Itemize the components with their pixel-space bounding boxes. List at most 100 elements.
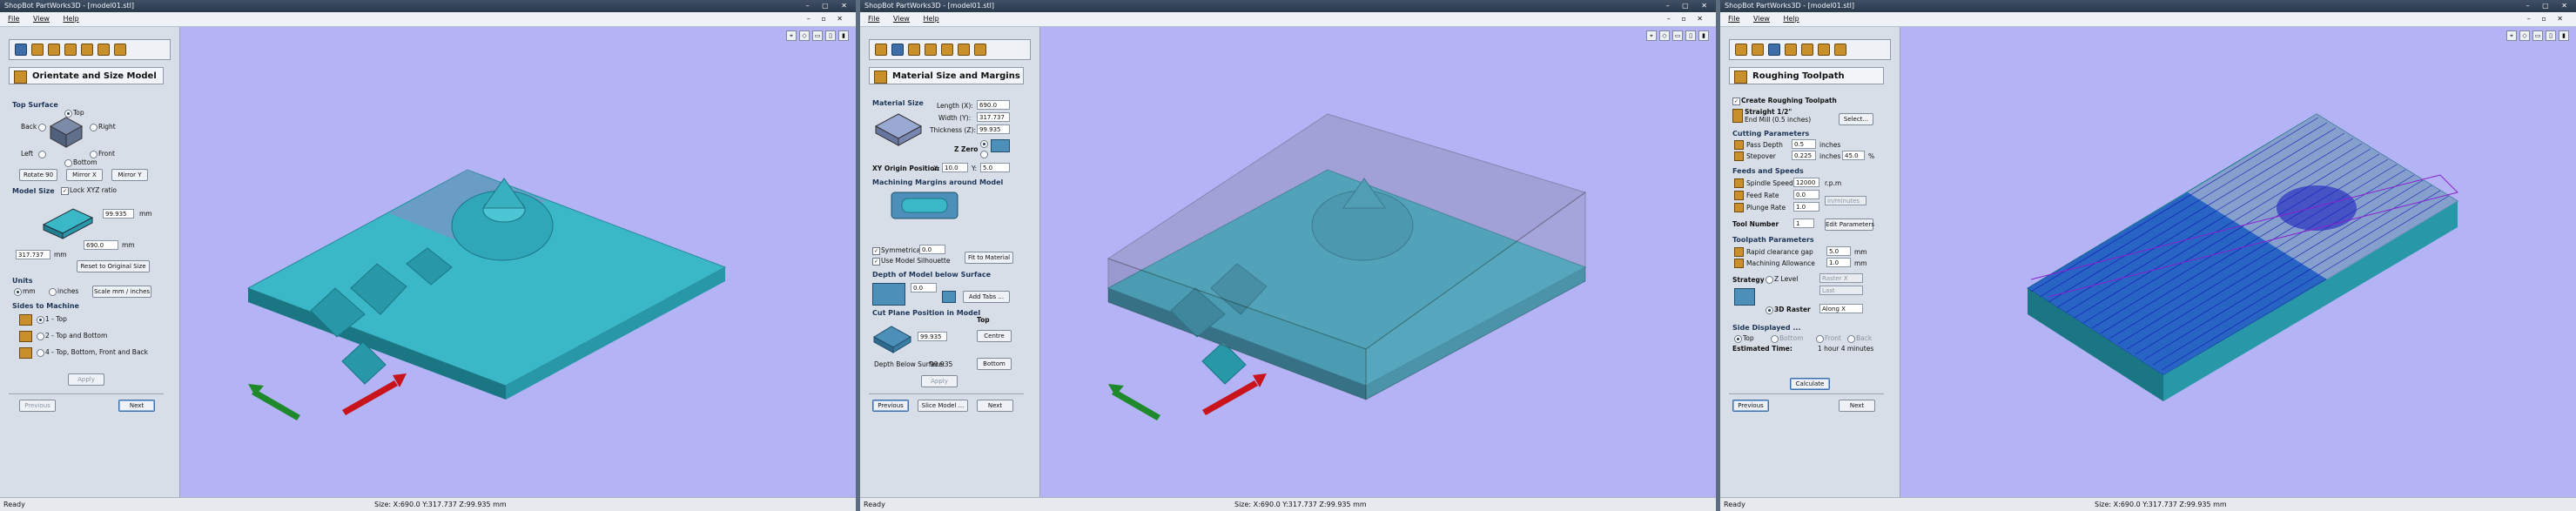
symmetrical-checkbox[interactable]: ✓ (872, 247, 880, 255)
create-roughing-checkbox[interactable]: ✓ (1732, 97, 1740, 105)
lock-ratio-checkbox[interactable]: ✓ (61, 187, 69, 195)
zzero-top-radio[interactable] (980, 140, 988, 148)
left-radio[interactable] (38, 151, 46, 158)
next-button[interactable]: Next (1839, 400, 1875, 412)
next-button[interactable]: Next (977, 400, 1013, 412)
rough-tool-icon[interactable] (1768, 44, 1780, 56)
silhouette-checkbox[interactable]: ✓ (872, 258, 880, 266)
finish-tool-icon[interactable] (64, 44, 77, 56)
last-select[interactable]: Last (1819, 286, 1863, 295)
reset-size-button[interactable]: Reset to Original Size (77, 260, 150, 272)
menu-view[interactable]: View (33, 15, 50, 23)
side-bottom-radio[interactable] (1771, 335, 1779, 343)
allowance-input[interactable]: 1.0 (1826, 258, 1851, 267)
material-tool-icon[interactable] (31, 44, 44, 56)
front-radio[interactable] (90, 151, 98, 158)
orientate-tool-icon[interactable] (875, 44, 887, 56)
inches-radio[interactable] (49, 288, 57, 296)
material-tool-icon[interactable] (1752, 44, 1764, 56)
mdi-controls[interactable]: – ▫ ✕ (2527, 12, 2567, 26)
calculate-button[interactable]: Calculate (1790, 378, 1830, 390)
feed-rate-input[interactable]: 0.0 (1793, 190, 1819, 199)
edit-parameters-button[interactable]: Edit Parameters (1825, 219, 1874, 231)
side-front-radio[interactable] (1816, 335, 1824, 343)
save-tool-icon[interactable] (974, 44, 986, 56)
finish-tool-icon[interactable] (1785, 44, 1797, 56)
orientate-tool-icon[interactable] (15, 44, 27, 56)
stepover-percent-input[interactable]: 45.0 (1842, 151, 1865, 160)
y-size-input[interactable]: 317.737 (16, 250, 50, 259)
stepover-input[interactable]: 0.225 (1792, 151, 1816, 160)
window-controls[interactable]: – ▢ ✕ (806, 0, 852, 12)
z-size-input[interactable]: 99.935 (103, 209, 134, 219)
bottom-button[interactable]: Bottom (977, 358, 1012, 370)
rough-tool-icon[interactable] (48, 44, 60, 56)
right-radio[interactable] (90, 124, 98, 131)
slice-model-button[interactable]: Slice Model ... (918, 400, 968, 412)
mdi-controls[interactable]: – ▫ ✕ (1667, 12, 1707, 26)
next-button[interactable]: Next (118, 400, 155, 412)
origin-y-input[interactable]: 5.0 (980, 163, 1010, 172)
3d-viewport[interactable]: ⌖ ◇ ▭ ▯ ▮ (1900, 27, 2576, 498)
cutout-tool-icon[interactable] (941, 44, 953, 56)
menu-help[interactable]: Help (923, 15, 938, 23)
along-select[interactable]: Along X (1819, 304, 1863, 313)
side-top-radio[interactable] (1734, 335, 1742, 343)
finish-tool-icon[interactable] (925, 44, 937, 56)
apply-button[interactable]: Apply (68, 373, 104, 386)
back-radio[interactable] (38, 124, 46, 131)
rate-unit-select[interactable]: in/minutes (1825, 196, 1866, 205)
apply-button[interactable]: Apply (921, 375, 958, 387)
length-input[interactable]: 690.0 (977, 100, 1010, 110)
raster-select[interactable]: Raster X (1819, 273, 1863, 283)
3d-viewport[interactable]: ⌖ ◇ ▭ ▯ ▮ (180, 27, 856, 498)
add-tabs-button[interactable]: Add Tabs ... (963, 291, 1010, 303)
mirror-y-button[interactable]: Mirror Y (111, 169, 148, 181)
menu-view[interactable]: View (893, 15, 910, 23)
window-controls[interactable]: – ▢ ✕ (1666, 0, 1712, 12)
origin-x-input[interactable]: 10.0 (942, 163, 968, 172)
orientate-tool-icon[interactable] (1735, 44, 1747, 56)
x-size-input[interactable]: 690.0 (84, 240, 118, 250)
cut-plane-input[interactable]: 99.935 (918, 332, 947, 341)
rapid-gap-input[interactable]: 5.0 (1826, 246, 1851, 256)
save-tool-icon[interactable] (114, 44, 126, 56)
plunge-rate-input[interactable]: 1.0 (1793, 202, 1819, 212)
top-radio[interactable] (64, 110, 72, 118)
material-tool-icon[interactable] (891, 44, 904, 56)
two-side-radio[interactable] (37, 333, 44, 340)
save-tool-icon[interactable] (1834, 44, 1846, 56)
preview-tool-icon[interactable] (98, 44, 110, 56)
cutout-tool-icon[interactable] (1801, 44, 1813, 56)
mdi-controls[interactable]: – ▫ ✕ (807, 12, 847, 26)
one-side-radio[interactable] (37, 316, 44, 324)
3d-raster-radio[interactable] (1766, 306, 1773, 314)
menu-file[interactable]: File (8, 15, 19, 23)
z-level-radio[interactable] (1766, 276, 1773, 284)
menu-file[interactable]: File (868, 15, 879, 23)
spindle-input[interactable]: 12000 (1793, 178, 1819, 187)
bottom-radio[interactable] (64, 159, 72, 167)
scale-units-button[interactable]: Scale mm / inches (92, 286, 151, 298)
menu-help[interactable]: Help (1783, 15, 1799, 23)
four-side-radio[interactable] (37, 349, 44, 357)
menu-file[interactable]: File (1728, 15, 1739, 23)
mirror-x-button[interactable]: Mirror X (66, 169, 103, 181)
rotate-button[interactable]: Rotate 90 (19, 169, 57, 181)
zzero-bottom-radio[interactable] (980, 151, 988, 158)
rough-tool-icon[interactable] (908, 44, 920, 56)
select-tool-button[interactable]: Select... (1839, 113, 1873, 125)
window-controls[interactable]: – ▢ ✕ (2526, 0, 2573, 12)
tool-number-input[interactable]: 1 (1793, 219, 1814, 228)
depth-input[interactable]: 0.0 (911, 283, 937, 292)
side-back-radio[interactable] (1847, 335, 1855, 343)
previous-button[interactable]: Previous (872, 400, 909, 412)
preview-tool-icon[interactable] (1818, 44, 1830, 56)
cutout-tool-icon[interactable] (81, 44, 93, 56)
previous-button[interactable]: Previous (1732, 400, 1769, 412)
width-input[interactable]: 317.737 (977, 112, 1010, 122)
pass-depth-input[interactable]: 0.5 (1792, 139, 1816, 149)
previous-button[interactable]: Previous (19, 400, 56, 412)
fit-material-button[interactable]: Fit to Material (965, 252, 1013, 264)
thickness-input[interactable]: 99.935 (977, 124, 1010, 134)
